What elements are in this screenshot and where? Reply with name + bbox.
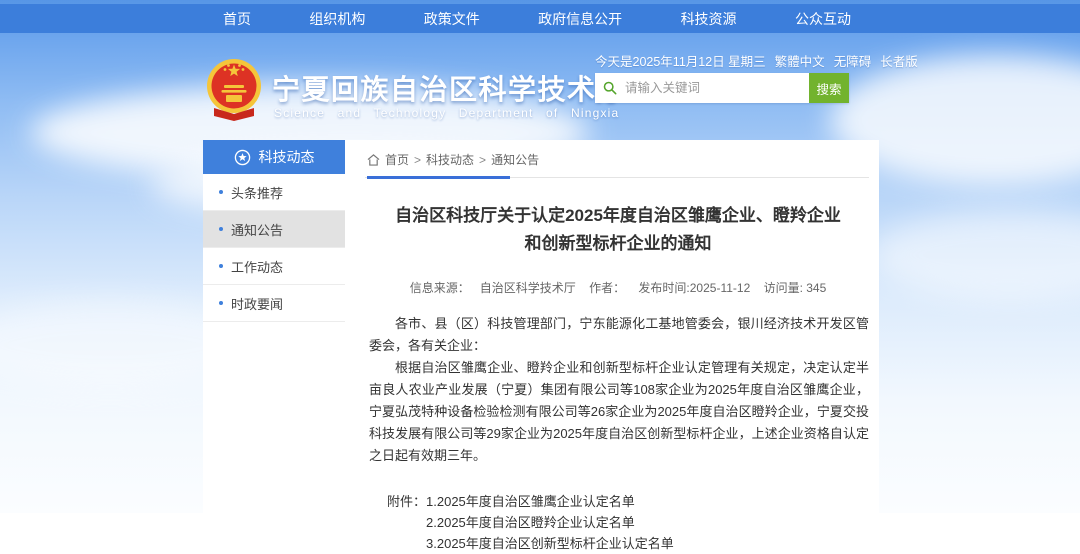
sidebar-header: 科技动态 bbox=[203, 140, 345, 174]
nav-item-public-interaction[interactable]: 公众互动 bbox=[785, 9, 861, 29]
site-title: 宁夏回族自治区科学技术厅 bbox=[272, 68, 626, 108]
breadcrumb-separator: > bbox=[414, 153, 421, 167]
search-input[interactable] bbox=[623, 80, 809, 96]
site-subtitle-english: Science and Technology Department of Nin… bbox=[274, 106, 619, 120]
sidebar-item-notices[interactable]: 通知公告 bbox=[203, 211, 345, 248]
article-title-line1: 自治区科技厅关于认定2025年度自治区雏鹰企业、瞪羚企业 bbox=[371, 202, 865, 230]
meta-visit-count: 访问量: 345 bbox=[764, 281, 827, 295]
breadcrumb: 首页 > 科技动态 > 通知公告 bbox=[365, 140, 869, 178]
article-title: 自治区科技厅关于认定2025年度自治区雏鹰企业、瞪羚企业 和创新型标杆企业的通知 bbox=[371, 202, 865, 258]
sidebar: 科技动态 头条推荐 通知公告 工作动态 时政要闻 bbox=[203, 140, 345, 322]
link-accessibility[interactable]: 无障碍 bbox=[834, 51, 872, 70]
breadcrumb-home[interactable]: 首页 bbox=[385, 151, 409, 168]
link-elder-version[interactable]: 长者版 bbox=[880, 51, 918, 70]
sidebar-item-label: 通知公告 bbox=[231, 220, 283, 239]
bullet-dot-icon bbox=[219, 227, 223, 231]
attachment-link-1[interactable]: 1.2025年度自治区雏鹰企业认定名单 bbox=[426, 491, 674, 512]
bullet-dot-icon bbox=[219, 190, 223, 194]
sidebar-item-label: 头条推荐 bbox=[231, 183, 283, 202]
search-button[interactable]: 搜索 bbox=[809, 73, 849, 103]
search-bar: 搜索 bbox=[595, 73, 849, 103]
sidebar-item-political-news[interactable]: 时政要闻 bbox=[203, 285, 345, 322]
meta-source: 自治区科学技术厅 bbox=[480, 281, 576, 295]
attachments-list: 1.2025年度自治区雏鹰企业认定名单 2.2025年度自治区瞪羚企业认定名单 … bbox=[426, 491, 674, 554]
breadcrumb-separator: > bbox=[479, 153, 486, 167]
top-navigation-items: 首页 组织机构 政策文件 政府信息公开 科技资源 公众互动 bbox=[213, 4, 861, 33]
attachments-section: 附件： 1.2025年度自治区雏鹰企业认定名单 2.2025年度自治区瞪羚企业认… bbox=[387, 491, 879, 554]
bullet-dot-icon bbox=[219, 264, 223, 268]
article-body: 各市、县（区）科技管理部门，宁东能源化工基地管委会，银川经济技术开发区管委会，各… bbox=[369, 313, 869, 467]
nav-item-tech-resources[interactable]: 科技资源 bbox=[671, 9, 747, 29]
national-emblem-logo bbox=[204, 56, 264, 122]
top-navigation-bar: 首页 组织机构 政策文件 政府信息公开 科技资源 公众互动 bbox=[0, 4, 1080, 33]
current-date: 今天是2025年11月12日 星期三 bbox=[595, 51, 766, 70]
bullet-dot-icon bbox=[219, 301, 223, 305]
breadcrumb-notices[interactable]: 通知公告 bbox=[491, 151, 539, 168]
article-paragraph: 根据自治区雏鹰企业、瞪羚企业和创新型标杆企业认定管理有关规定，决定认定半亩良人农… bbox=[369, 357, 869, 467]
article-paragraph: 各市、县（区）科技管理部门，宁东能源化工基地管委会，银川经济技术开发区管委会，各… bbox=[369, 313, 869, 357]
article-title-line2: 和创新型标杆企业的通知 bbox=[371, 230, 865, 258]
sidebar-title: 科技动态 bbox=[259, 147, 315, 167]
search-icon bbox=[603, 81, 617, 95]
nav-item-policy-documents[interactable]: 政策文件 bbox=[414, 9, 490, 29]
search-box bbox=[595, 73, 809, 103]
header-dateline: 今天是2025年11月12日 星期三 繁體中文 无障碍 长者版 bbox=[595, 51, 863, 70]
sidebar-item-work-updates[interactable]: 工作动态 bbox=[203, 248, 345, 285]
breadcrumb-active-underline bbox=[367, 176, 510, 179]
star-badge-icon bbox=[234, 149, 251, 166]
home-icon bbox=[367, 154, 380, 166]
main-content-wrapper: 科技动态 头条推荐 通知公告 工作动态 时政要闻 首页 > 科技动态 bbox=[203, 140, 879, 513]
attachment-link-2[interactable]: 2.2025年度自治区瞪羚企业认定名单 bbox=[426, 512, 674, 533]
sidebar-item-label: 时政要闻 bbox=[231, 294, 283, 313]
attachment-link-3[interactable]: 3.2025年度自治区创新型标杆企业认定名单 bbox=[426, 533, 674, 554]
article-meta: 信息来源： 自治区科学技术厅 作者： 发布时间:2025-11-12 访问量: 3… bbox=[357, 279, 879, 296]
breadcrumb-tech-news[interactable]: 科技动态 bbox=[426, 151, 474, 168]
article-panel: 首页 > 科技动态 > 通知公告 自治区科技厅关于认定2025年度自治区雏鹰企业… bbox=[357, 140, 879, 513]
nav-item-government-info[interactable]: 政府信息公开 bbox=[528, 9, 632, 29]
link-traditional-chinese[interactable]: 繁體中文 bbox=[775, 51, 825, 70]
sidebar-item-headlines[interactable]: 头条推荐 bbox=[203, 174, 345, 211]
sidebar-item-label: 工作动态 bbox=[231, 257, 283, 276]
attachments-label: 附件： bbox=[387, 491, 426, 554]
meta-author-label: 作者： bbox=[589, 281, 625, 295]
nav-item-organization[interactable]: 组织机构 bbox=[299, 9, 375, 29]
meta-publish-time: 发布时间:2025-11-12 bbox=[638, 281, 750, 295]
meta-source-label: 信息来源： bbox=[410, 281, 470, 295]
nav-item-home[interactable]: 首页 bbox=[213, 9, 261, 29]
